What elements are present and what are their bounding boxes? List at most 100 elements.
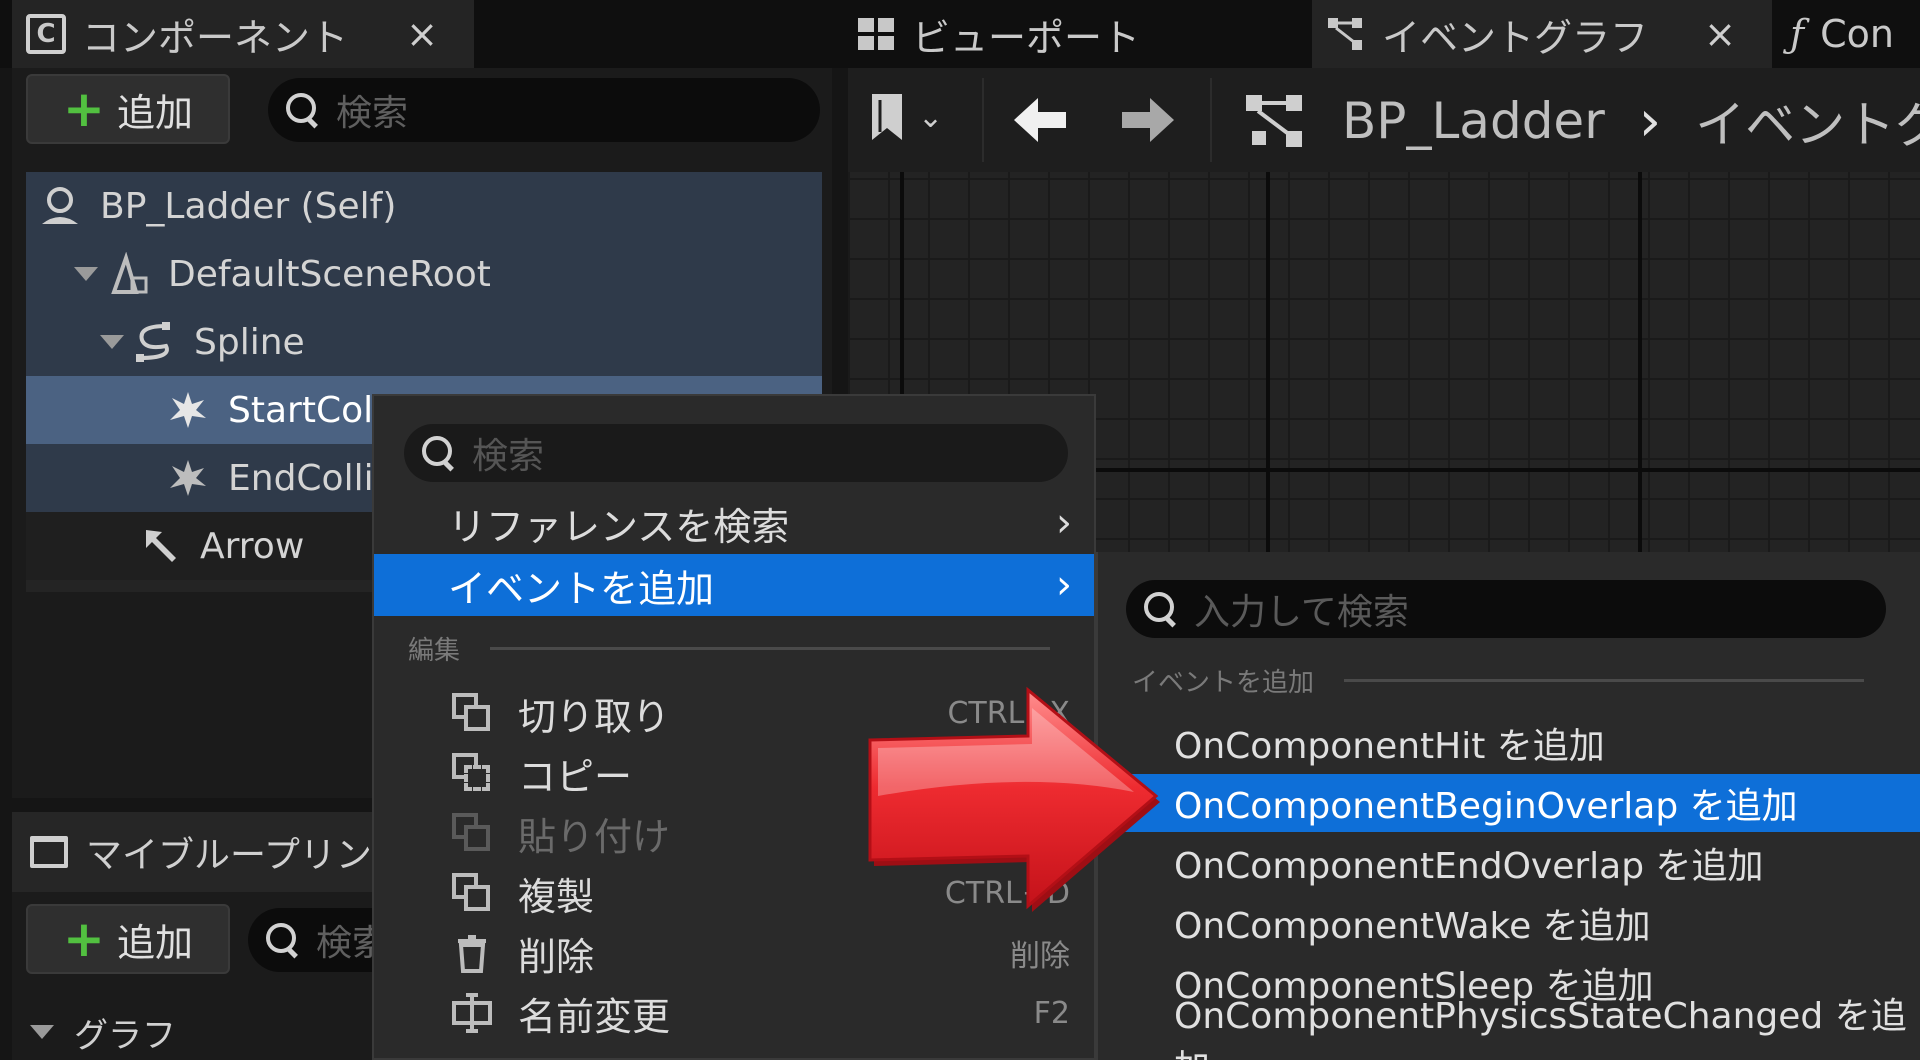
submenu-item-on-component-begin-overlap[interactable]: OnComponentBeginOverlap を追加 [1098,774,1920,832]
tree-item-label: Arrow [200,525,305,567]
event-search-placeholder: 入力して検索 [1194,592,1409,633]
back-button[interactable] [1010,90,1070,154]
search-icon [1144,592,1178,626]
search-icon [422,436,456,470]
graphs-section-label: グラフ [74,1015,176,1056]
event-graph-icon [1246,95,1302,147]
bookmark-button[interactable]: ⌄ [870,92,943,142]
tab-event-graph[interactable]: イベントグラフ × [1312,0,1772,68]
arrow-component-icon [138,524,182,568]
section-label: 編集 [408,635,461,666]
tree-item-label: BP_Ladder (Self) [100,185,397,227]
components-tab-icon: C [26,14,66,54]
section-divider [1344,678,1865,682]
tab-viewport[interactable]: ビューポート [858,0,1140,68]
book-icon [30,836,68,868]
tree-item-default-scene-root[interactable]: DefaultSceneRoot [26,240,822,308]
breadcrumb-separator: › [1638,88,1662,154]
menu-item-label: 貼り付け [518,814,671,859]
submenu-item-label: OnComponentBeginOverlap を追加 [1174,786,1798,827]
context-search-placeholder: 検索 [472,436,545,477]
tree-item-spline[interactable]: Spline [26,308,822,376]
submenu-item-on-component-wake[interactable]: OnComponentWake を追加 [1098,894,1920,952]
expand-arrow-icon [30,1025,54,1039]
edit-section-header: 編集 [408,628,1051,668]
actor-icon [38,184,82,228]
tab-components-label: コンポーネント [82,15,349,60]
my-blueprint-title: マイブループリント [86,835,408,876]
tab-components[interactable]: C コンポーネント × [12,0,474,68]
submenu-item-label: OnComponentHit を追加 [1174,726,1605,767]
toolbar-divider [982,78,984,162]
search-icon [266,923,300,957]
submenu-item-on-component-end-overlap[interactable]: OnComponentEndOverlap を追加 [1098,834,1920,892]
forward-arrow-icon [1122,98,1174,142]
menu-item-shortcut: 削除 [1010,939,1070,974]
breadcrumb-root[interactable]: BP_Ladder [1342,92,1605,150]
bookmark-icon [872,94,902,140]
tab-event-graph-label: イベントグラフ [1382,15,1649,60]
tab-construction-script[interactable]: ƒ Con [1790,0,1894,68]
close-icon[interactable]: × [406,12,438,56]
menu-item-label: 名前変更 [518,994,671,1039]
copy-icon [450,751,494,795]
function-icon: ƒ [1790,12,1805,56]
viewport-icon [858,18,894,50]
section-divider [490,646,1051,650]
menu-item-shortcut: F2 [1033,995,1070,1031]
submenu-item-on-component-hit[interactable]: OnComponentHit を追加 [1098,714,1920,772]
event-graph-icon [1328,18,1362,50]
tab-bar: C コンポーネント × ビューポート イベントグラフ × ƒ Con [0,0,1920,68]
submenu-item-label: OnComponentEndOverlap を追加 [1174,846,1764,887]
submenu-item-label: OnComponentPhysicsStateChanged を追加 [1174,996,1907,1060]
rename-icon [450,991,494,1035]
forward-button[interactable] [1118,90,1178,154]
context-search-input[interactable]: 検索 [404,424,1068,482]
menu-item-label: イベントを追加 [448,566,715,611]
tree-item-self[interactable]: BP_Ladder (Self) [26,172,822,240]
add-variable-label: 追加 [116,920,193,965]
breadcrumb: BP_Ladder › イベントグ [1244,86,1920,156]
menu-item-rename[interactable]: 名前変更 F2 [374,982,1094,1044]
tree-item-label: StartColl [228,389,384,431]
breadcrumb-current: イベントグ [1695,96,1920,154]
trash-icon [450,931,494,975]
menu-item-label: コピー [518,754,633,799]
collision-icon [166,388,210,432]
add-component-label: 追加 [116,90,193,135]
collision-icon [166,456,210,500]
menu-item-delete[interactable]: 削除 削除 [374,922,1094,984]
expand-arrow-icon[interactable] [100,335,124,349]
submenu-item-label: OnComponentWake を追加 [1174,906,1651,947]
paste-icon [450,811,494,855]
spline-icon [132,320,176,364]
expand-arrow-icon[interactable] [74,267,98,281]
component-search-input[interactable]: 検索 [268,78,820,142]
add-event-submenu: 入力して検索 イベントを追加 OnComponentHit を追加 OnComp… [1096,552,1920,1060]
event-search-input[interactable]: 入力して検索 [1126,580,1886,638]
chevron-right-icon: › [1056,562,1072,608]
back-arrow-icon [1014,98,1066,142]
annotation-arrow-icon [868,686,1160,912]
close-icon[interactable]: × [1704,12,1736,56]
graph-toolbar: ⌄ BP_Ladder › イベントグ [848,68,1920,172]
submenu-item-on-component-physics-state-changed[interactable]: OnComponentPhysicsStateChanged を追加 [1098,996,1920,1060]
chevron-right-icon: › [1056,500,1072,546]
menu-item-label: 複製 [518,874,595,919]
graphs-section-header[interactable]: グラフ [30,1004,176,1060]
menu-item-label: 削除 [518,934,595,979]
tab-viewport-label: ビューポート [912,15,1141,60]
add-event-section-header: イベントを追加 [1132,660,1865,700]
menu-item-label: 切り取り [518,694,671,739]
menu-item-find-references[interactable]: リファレンスを検索 › [374,492,1094,554]
toolbar-divider [1210,78,1212,162]
tree-item-label: EndCollis [228,457,393,499]
chevron-down-icon: ⌄ [918,99,944,135]
tab-construction-label: Con [1820,12,1894,56]
add-variable-button[interactable]: + 追加 [26,904,230,974]
add-component-button[interactable]: + 追加 [26,74,230,144]
duplicate-icon [450,871,494,915]
menu-item-add-event[interactable]: イベントを追加 › [374,554,1094,616]
cut-icon [450,691,494,735]
plus-icon: + [63,80,105,138]
